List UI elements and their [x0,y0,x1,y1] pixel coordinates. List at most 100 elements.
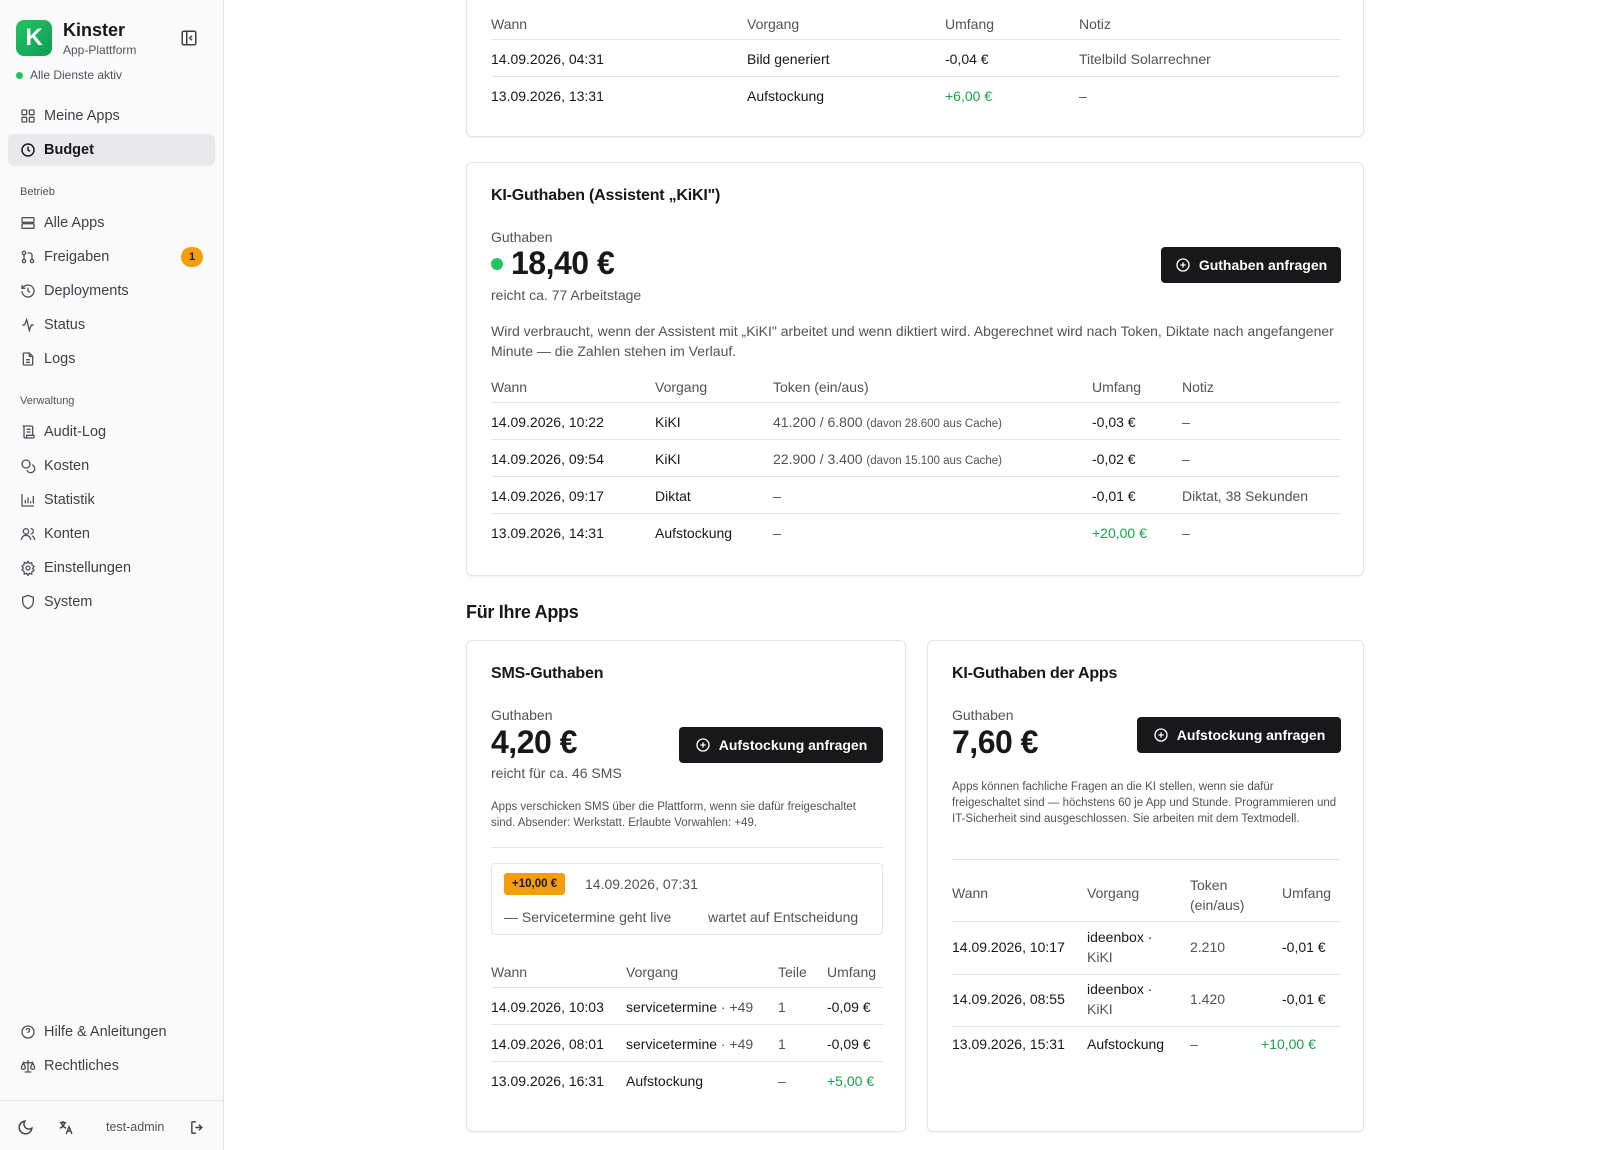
card-description: Apps können fachliche Fragen an die KI s… [952,781,1337,825]
request-topup-button[interactable]: Aufstockung anfragen [679,727,883,763]
table-divider [491,76,1341,77]
cell-token: – [773,525,781,541]
cell-wann: 14.09.2026, 10:22 [491,414,604,430]
cell-notiz: – [1182,525,1190,541]
sidebar-item-statistik[interactable]: Statistik [8,484,215,516]
brand[interactable]: K Kinster App-Plattform [16,20,136,57]
git-pull-request-icon [21,250,35,264]
balance-label: Guthaben [952,707,1014,723]
table-divider [491,476,1341,477]
request-topup-button[interactable]: Aufstockung anfragen [1137,717,1341,753]
sidebar-item-logs[interactable]: Logs [8,343,215,375]
column-header-teile: Teile [778,964,807,980]
column-header-token: Token (ein/aus) [1190,877,1245,913]
table-divider [491,1024,883,1025]
cell-umfang: -0,09 € [827,999,871,1015]
column-header-notiz: Notiz [1079,16,1111,32]
column-header-umfang: Umfang [1282,885,1332,901]
cell-umfang: -0,04 € [945,51,989,67]
sidebar-item-label: Einstellungen [44,560,132,576]
cell-vorgang: KiKI [655,451,681,467]
sidebar-item-kosten[interactable]: Kosten [8,450,215,482]
pending-date: 14.09.2026, 07:31 [585,876,698,892]
sidebar-item-rechtliches[interactable]: Rechtliches [8,1050,215,1082]
logout-icon[interactable] [189,1119,206,1136]
sidebar-item-meine-apps[interactable]: Meine Apps [8,100,215,132]
column-header-umfang: Umfang [827,964,877,980]
sidebar-item-budget[interactable]: Budget [8,134,215,166]
sidebar-item-konten[interactable]: Konten [8,518,215,550]
moon-icon[interactable] [17,1119,34,1136]
cell-vorgang: Aufstockung [626,1073,704,1089]
sidebar-item-deployments[interactable]: Deployments [8,275,215,307]
freigaben-count-badge: 1 [181,247,203,267]
scroll-icon [22,425,35,439]
sidebar-item-audit-log[interactable]: Audit-Log [8,416,215,448]
sidebar-item-hilfe[interactable]: Hilfe & Anleitungen [8,1016,215,1048]
plus-circle-icon [1154,728,1168,742]
cell-token: 22.900 / 3.400 (davon 15.100 aus Cache) [773,451,1002,467]
sidebar-item-label: Konten [44,526,90,542]
sidebar-collapse-icon[interactable] [180,29,198,47]
cell-umfang: +20,00 € [1092,525,1147,541]
cell-vorgang: Aufstockung [1087,1036,1165,1052]
column-header-vorgang: Vorgang [655,379,708,395]
service-status: Alle Dienste aktiv [16,68,122,82]
cell-wann: 14.09.2026, 04:31 [491,51,604,67]
cell-vorgang: ideenbox · [1087,929,1153,945]
cache-note: (davon 15.100 aus Cache) [866,455,1002,467]
button-label: Aufstockung anfragen [718,737,868,753]
cell-wann: 13.09.2026, 14:31 [491,525,604,541]
app-ki-credit-card: KI-Guthaben der Apps Guthaben 7,60 € Auf… [927,640,1364,1132]
sidebar-item-freigaben[interactable]: Freigaben 1 [8,241,215,273]
sidebar-item-alle-apps[interactable]: Alle Apps [8,207,215,239]
column-header-wann: Wann [491,379,528,395]
column-header-umfang: Umfang [945,16,995,32]
cell-notiz: – [1182,414,1190,430]
clock-icon [21,143,35,157]
card-divider [952,859,1341,860]
sidebar-item-label: Rechtliches [44,1058,119,1074]
cell-vorgang: Aufstockung [655,525,733,541]
sidebar-item-status[interactable]: Status [8,309,215,341]
card-description: Wird verbraucht, wenn der Assistent mit … [491,323,1334,359]
sidebar-item-label: Logs [44,351,76,367]
sidebar-item-label: Kosten [44,458,90,474]
app-name: servicetermine [626,1036,718,1052]
cell-vorgang: Aufstockung [747,88,825,104]
cache-note: (davon 28.600 aus Cache) [866,418,1002,430]
cell-wann: 13.09.2026, 15:31 [952,1036,1065,1052]
sidebar-item-label: Statistik [44,492,95,508]
balance-reach: reicht ca. 77 Arbeitstage [491,287,642,303]
cell-token: – [773,488,781,504]
cell-teile: 1 [778,999,786,1015]
request-credit-button[interactable]: Guthaben anfragen [1161,247,1341,283]
username: test-admin [106,1120,165,1134]
sidebar-item-label: Deployments [44,283,129,299]
card-divider [491,847,883,848]
cell-vorgang: KiKI [655,414,681,430]
card-title: KI-Guthaben (Assistent „KiKI") [491,187,721,204]
sidebar-item-label: Hilfe & Anleitungen [44,1024,167,1040]
cell-wann: 13.09.2026, 16:31 [491,1073,604,1089]
table-divider [952,974,1341,975]
table-divider [952,921,1341,922]
cell-wann: 14.09.2026, 09:54 [491,451,604,467]
sidebar-item-einstellungen[interactable]: Einstellungen [8,552,215,584]
cell-token: 2.210 [1190,939,1226,955]
help-circle-icon [21,1025,35,1039]
status-dot-icon [16,71,23,79]
column-header-wann: Wann [491,964,528,980]
sidebar-footer-divider [0,1100,224,1101]
grid-icon [21,109,35,123]
translate-icon[interactable] [57,1119,74,1136]
cell-token: 1.420 [1190,991,1226,1007]
gear-icon [21,560,35,576]
token-value: 41.200 / 6.800 [773,414,863,430]
cell-teile: 1 [778,1036,786,1052]
balance-label: Guthaben [491,229,553,245]
cell-vorgang: servicetermine · +49 [626,999,753,1015]
prefix: · +49 [720,1036,754,1052]
column-header-wann: Wann [491,16,528,32]
sidebar-item-system[interactable]: System [8,586,215,618]
